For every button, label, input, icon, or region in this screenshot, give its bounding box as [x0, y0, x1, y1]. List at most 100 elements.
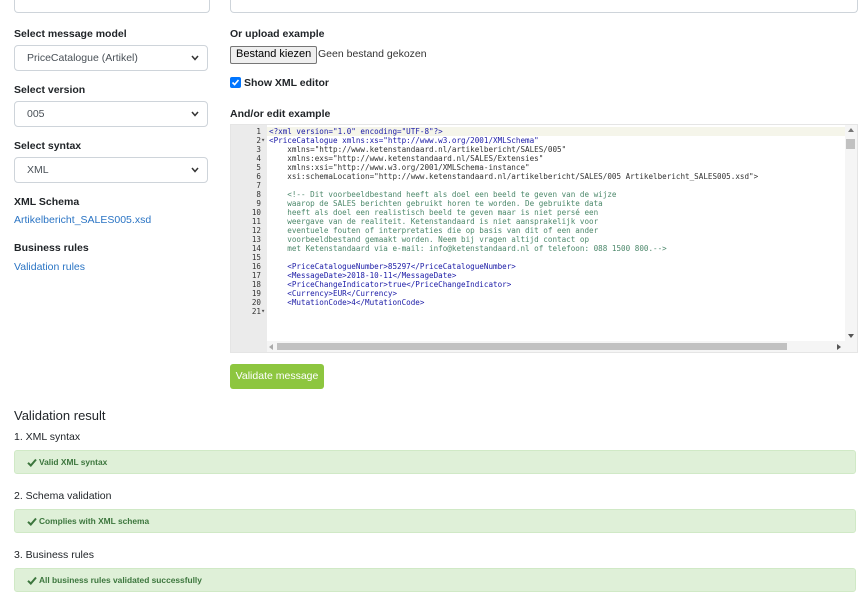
- upload-label: Or upload example: [230, 28, 325, 40]
- business-rules-message: All business rules validated successfull…: [39, 575, 202, 585]
- code-line[interactable]: 16 <PriceCatalogueNumber>85297</PriceCat…: [231, 262, 845, 271]
- line-number: 16: [251, 262, 261, 271]
- checkmark-icon: [231, 79, 240, 86]
- code-line[interactable]: 1 <?xml version="1.0" encoding="UTF-8"?>: [231, 127, 845, 136]
- step-schema-label: 2. Schema validation: [14, 490, 112, 502]
- previous-input[interactable]: [230, 0, 858, 13]
- code-line[interactable]: 3 xmlns="http://www.ketenstandaard.nl/ar…: [231, 145, 845, 154]
- line-number: 5: [256, 163, 261, 172]
- file-status: Geen bestand gekozen: [318, 48, 427, 60]
- line-number: 3: [256, 145, 261, 154]
- message-model-label: Select message model: [14, 28, 127, 40]
- schema-validation-message: Complies with XML schema: [39, 516, 150, 526]
- line-number: 11: [251, 217, 261, 226]
- code-line[interactable]: 7: [231, 181, 845, 190]
- line-number: 6: [256, 172, 261, 181]
- code-text: waarop de SALES berichten gebruikt horen…: [269, 199, 603, 208]
- line-number: 15: [251, 253, 261, 262]
- business-rules-label: Business rules: [14, 242, 89, 254]
- scroll-down-icon[interactable]: [848, 334, 854, 338]
- show-xml-editor-checkbox[interactable]: [230, 77, 241, 88]
- validation-rules-link[interactable]: Validation rules: [14, 261, 85, 273]
- line-number: 18: [251, 280, 261, 289]
- line-number: 10: [251, 208, 261, 217]
- edit-example-label: And/or edit example: [230, 108, 331, 120]
- fold-toggle-icon[interactable]: ▾: [261, 307, 265, 316]
- code-line[interactable]: 5 xmlns:xsi="http://www.w3.org/2001/XMLS…: [231, 163, 845, 172]
- chevron-down-icon: [191, 111, 199, 117]
- schema-validation-result: Complies with XML schema: [14, 509, 856, 533]
- syntax-select[interactable]: XML: [14, 157, 208, 183]
- chevron-down-icon: [191, 167, 199, 173]
- vertical-scrollbar[interactable]: [845, 125, 857, 341]
- line-number: 8: [256, 190, 261, 199]
- line-number: 17: [251, 271, 261, 280]
- line-number: 2: [256, 136, 261, 145]
- line-number: 4: [256, 154, 261, 163]
- code-line[interactable]: 21 ▾: [231, 307, 845, 316]
- code-line[interactable]: 12 eventuele fouten of interpretaties di…: [231, 226, 845, 235]
- previous-select[interactable]: [14, 0, 210, 13]
- code-line[interactable]: 13 voorbeeldbestand gemaakt worden. Neem…: [231, 235, 845, 244]
- validate-message-button[interactable]: Validate message: [230, 364, 324, 389]
- code-text: <PriceCatalogue xmlns:xs="http://www.w3.…: [269, 136, 539, 145]
- code-text: <MutationCode>4</MutationCode>: [269, 298, 425, 307]
- code-line[interactable]: 8 <!-- Dit voorbeeldbestand heeft als do…: [231, 190, 845, 199]
- code-text: heeft als doel een realistisch beeld te …: [269, 208, 599, 217]
- code-text: <Currency>EUR</Currency>: [269, 289, 398, 298]
- code-text: xmlns="http://www.ketenstandaard.nl/arti…: [269, 145, 567, 154]
- scroll-up-icon[interactable]: [848, 128, 854, 132]
- xml-schema-link[interactable]: Artikelbericht_SALES005.xsd: [14, 214, 151, 226]
- line-number: 12: [251, 226, 261, 235]
- code-text: <PriceCatalogueNumber>85297</PriceCatalo…: [269, 262, 516, 271]
- check-icon: [27, 518, 37, 527]
- step-xml-syntax-label: 1. XML syntax: [14, 431, 81, 443]
- code-text: weergave van de realiteit. Ketenstandaar…: [269, 217, 599, 226]
- code-text: xmlns:xsi="http://www.w3.org/2001/XMLSch…: [269, 163, 530, 172]
- xml-code-editor[interactable]: 1 <?xml version="1.0" encoding="UTF-8"?> 2…: [230, 124, 858, 353]
- line-number: 20: [251, 298, 261, 307]
- business-rules-result: All business rules validated successfull…: [14, 568, 856, 592]
- version-label: Select version: [14, 84, 86, 96]
- step-business-rules-label: 3. Business rules: [14, 549, 94, 561]
- message-model-select[interactable]: PriceCatalogue (Artikel): [14, 45, 208, 71]
- chevron-down-icon: [191, 55, 199, 61]
- version-select[interactable]: 005: [14, 101, 208, 127]
- xml-syntax-result: Valid XML syntax: [14, 450, 856, 474]
- scroll-right-icon[interactable]: [837, 344, 841, 350]
- code-line[interactable]: 9 waarop de SALES berichten gebruikt hor…: [231, 199, 845, 208]
- code-line[interactable]: 18 <PriceChangeIndicator>true</PriceChan…: [231, 280, 845, 289]
- code-line[interactable]: 4 xmlns:exs="http://www.ketenstandaard.n…: [231, 154, 845, 163]
- line-number: 13: [251, 235, 261, 244]
- code-text: <PriceChangeIndicator>true</PriceChangeI…: [269, 280, 512, 289]
- xml-syntax-message: Valid XML syntax: [39, 457, 108, 467]
- code-text: eventuele fouten of interpretaties die o…: [269, 226, 599, 235]
- line-number: 7: [256, 181, 261, 190]
- message-model-value: PriceCatalogue (Artikel): [27, 52, 138, 64]
- horizontal-scroll-thumb[interactable]: [277, 343, 787, 350]
- line-number: 21: [251, 307, 261, 316]
- syntax-value: XML: [27, 164, 49, 176]
- code-line[interactable]: 6 xsi:schemaLocation="http://www.ketenst…: [231, 172, 845, 181]
- scroll-left-icon[interactable]: [269, 344, 273, 350]
- code-line[interactable]: 15: [231, 253, 845, 262]
- check-icon: [27, 459, 37, 468]
- line-number: 1: [256, 127, 261, 136]
- fold-toggle-icon[interactable]: ▾: [261, 136, 265, 145]
- show-xml-editor-label[interactable]: Show XML editor: [244, 77, 329, 89]
- version-value: 005: [27, 108, 45, 120]
- check-icon: [27, 577, 37, 586]
- code-line[interactable]: 14 met Ketenstandaard via e-mail: info@k…: [231, 244, 845, 253]
- code-line[interactable]: 11 weergave van de realiteit. Ketenstand…: [231, 217, 845, 226]
- code-line[interactable]: 2 ▾ <PriceCatalogue xmlns:xs="http://www.w…: [231, 136, 845, 145]
- code-line[interactable]: 19 <Currency>EUR</Currency>: [231, 289, 845, 298]
- code-line[interactable]: 17 <MessageDate>2018-10-11</MessageDate>: [231, 271, 845, 280]
- code-text: xsi:schemaLocation="http://www.ketenstan…: [269, 172, 759, 181]
- code-text: <!-- Dit voorbeeldbestand heeft als doel…: [269, 190, 617, 199]
- horizontal-scrollbar[interactable]: [267, 341, 857, 352]
- code-line[interactable]: 10 heeft als doel een realistisch beeld …: [231, 208, 845, 217]
- code-line[interactable]: 20 <MutationCode>4</MutationCode>: [231, 298, 845, 307]
- choose-file-button[interactable]: Bestand kiezen: [230, 46, 318, 64]
- vertical-scroll-thumb[interactable]: [846, 139, 855, 149]
- xml-schema-label: XML Schema: [14, 196, 80, 208]
